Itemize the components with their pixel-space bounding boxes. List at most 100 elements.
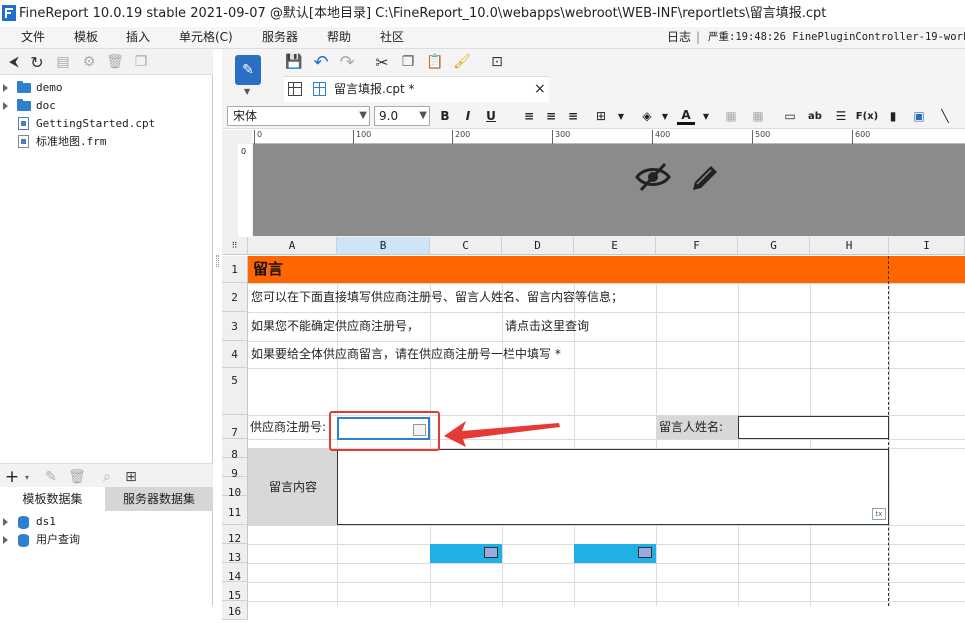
expand-arrow-icon[interactable] — [3, 536, 8, 544]
fill-color-icon[interactable]: ◈ — [638, 107, 656, 125]
show-hide-icon[interactable]: ⮜ — [5, 53, 23, 71]
template-tab[interactable]: 留言填报.cpt * × — [284, 76, 549, 102]
log-status-text[interactable]: 严重:19:48:26 FinePluginController-19-work… — [708, 27, 965, 47]
chart-icon[interactable]: ▮ — [884, 107, 902, 125]
row-header-3[interactable]: 3 — [222, 312, 248, 341]
edit-icon[interactable]: ✎ — [42, 468, 60, 486]
col-header-g[interactable]: G — [738, 237, 810, 255]
chevron-down-icon[interactable]: ▾ — [18, 468, 36, 486]
image-icon[interactable]: ▣ — [910, 107, 928, 125]
expand-arrow-icon[interactable] — [3, 518, 8, 526]
row-header-10[interactable]: 10 — [222, 477, 248, 499]
instruction-line-3[interactable]: 如果要给全体供应商留言，请在供应商注册号一栏中填写 * — [251, 341, 561, 368]
delete-icon[interactable]: 🗑 — [68, 468, 86, 486]
settings-icon[interactable]: ⚙ — [80, 53, 98, 71]
cut-icon[interactable]: ✂ — [372, 52, 392, 72]
menu-community[interactable]: 社区 — [380, 27, 404, 47]
col-header-b[interactable]: B — [337, 237, 430, 255]
format-painter-icon[interactable]: 🖌 — [452, 52, 472, 72]
instruction-line-1[interactable]: 您可以在下面直接填写供应商注册号、留言人姓名、留言内容等信息； — [251, 283, 623, 312]
menu-help[interactable]: 帮助 — [327, 27, 351, 47]
col-header-i[interactable]: I — [889, 237, 965, 255]
slash-icon[interactable]: ╲ — [936, 107, 954, 125]
tree-item-gettingstarted[interactable]: GettingStarted.cpt — [0, 115, 213, 133]
row-header-7[interactable]: 7 — [222, 415, 248, 439]
undo-icon[interactable]: ↶ — [311, 52, 331, 73]
reset-button[interactable] — [574, 544, 656, 563]
expand-arrow-icon[interactable] — [3, 102, 8, 110]
row-header-8[interactable]: 8 — [222, 439, 248, 461]
message-content-textarea[interactable] — [337, 449, 889, 525]
split-cell-icon[interactable]: ▦ — [749, 107, 767, 125]
align-center-icon[interactable]: ≡ — [542, 107, 560, 125]
col-header-c[interactable]: C — [430, 237, 502, 255]
label-widget-icon[interactable]: ab — [806, 107, 824, 125]
submit-button[interactable] — [430, 544, 502, 563]
refresh-icon[interactable]: ↻ — [28, 53, 46, 72]
text-widget-icon[interactable]: ▭ — [781, 107, 799, 125]
dataset-item-user-query[interactable]: 用户查询 — [0, 531, 213, 549]
chevron-down-icon[interactable]: ▼ — [244, 87, 250, 96]
preview-icon[interactable]: ⌕ — [98, 468, 116, 486]
save-icon[interactable]: 💾 — [284, 52, 304, 72]
chevron-down-icon[interactable]: ▼ — [359, 107, 367, 125]
font-family-select[interactable]: 宋体 ▼ — [227, 106, 370, 126]
tab-template-dataset[interactable]: 模板数据集 — [0, 487, 105, 511]
tab-server-dataset[interactable]: 服务器数据集 — [105, 487, 213, 511]
menu-server[interactable]: 服务器 — [262, 27, 298, 47]
row-header-14[interactable]: 14 — [222, 563, 248, 583]
menu-cell[interactable]: 单元格(C) — [179, 27, 233, 47]
tree-item-doc[interactable]: doc — [0, 97, 213, 115]
tree-item-demo[interactable]: demo — [0, 79, 213, 97]
row-header-11[interactable]: 11 — [222, 496, 248, 525]
template-design-icon[interactable]: ✎ — [235, 55, 261, 85]
row-header-2[interactable]: 2 — [222, 283, 248, 312]
log-link[interactable]: 日志 — [667, 27, 691, 47]
col-header-a[interactable]: A — [248, 237, 337, 255]
menu-template[interactable]: 模板 — [74, 27, 98, 47]
expand-arrow-icon[interactable] — [3, 84, 8, 92]
italic-icon[interactable]: I — [459, 107, 477, 125]
eye-hidden-icon[interactable] — [635, 159, 671, 195]
row-header-9[interactable]: 9 — [222, 458, 248, 480]
tree-item-standard-map[interactable]: 标准地图.frm — [0, 133, 213, 151]
chevron-down-icon[interactable]: ▼ — [612, 107, 630, 125]
delete-icon[interactable]: 🗑 — [106, 53, 124, 71]
align-right-icon[interactable]: ≡ — [564, 107, 582, 125]
col-header-e[interactable]: E — [574, 237, 656, 255]
align-left-icon[interactable]: ≡ — [520, 107, 538, 125]
copy-icon[interactable]: ❐ — [398, 52, 418, 72]
dataset-connect-icon[interactable]: ⊞ — [122, 468, 140, 486]
splitter-handle[interactable] — [216, 255, 219, 267]
redo-icon[interactable]: ↷ — [337, 52, 357, 73]
text-block-icon[interactable]: ☰ — [832, 107, 850, 125]
pencil-icon[interactable] — [688, 159, 720, 195]
col-header-f[interactable]: F — [656, 237, 738, 255]
menu-insert[interactable]: 插入 — [126, 27, 150, 47]
border-icon[interactable]: ⊞ — [592, 107, 610, 125]
chevron-down-icon[interactable]: ▼ — [419, 107, 427, 125]
grid-icon[interactable] — [288, 82, 302, 96]
spreadsheet-grid[interactable]: ⠿ A B C D E F G H I 1 2 3 4 5 7 8 9 10 1… — [222, 237, 965, 620]
row-header-13[interactable]: 13 — [222, 544, 248, 564]
chevron-down-icon[interactable]: ▼ — [656, 107, 674, 125]
font-color-icon[interactable]: A — [677, 107, 695, 125]
row-header-4[interactable]: 4 — [222, 341, 248, 368]
formula-icon[interactable]: F(x) — [856, 107, 878, 125]
export-icon[interactable]: ▤ — [54, 53, 72, 71]
query-link[interactable]: 请点击这里查询 — [505, 312, 589, 341]
paste-icon[interactable]: 📋 — [425, 52, 445, 72]
row-header-1[interactable]: 1 — [222, 256, 248, 283]
close-icon[interactable]: × — [534, 77, 546, 101]
instruction-line-2[interactable]: 如果您不能确定供应商注册号， — [251, 312, 419, 341]
report-title[interactable]: 留言 — [253, 256, 283, 283]
row-header-5[interactable]: 5 — [222, 368, 248, 415]
row-header-16[interactable]: 16 — [222, 601, 248, 620]
bold-icon[interactable]: B — [436, 107, 454, 125]
select-all-corner[interactable]: ⠿ — [222, 237, 248, 255]
copy-icon[interactable]: ❐ — [132, 53, 150, 71]
col-header-d[interactable]: D — [502, 237, 574, 255]
row-header-12[interactable]: 12 — [222, 525, 248, 545]
font-size-select[interactable]: 9.0 ▼ — [374, 106, 430, 126]
message-name-input[interactable] — [738, 416, 889, 439]
